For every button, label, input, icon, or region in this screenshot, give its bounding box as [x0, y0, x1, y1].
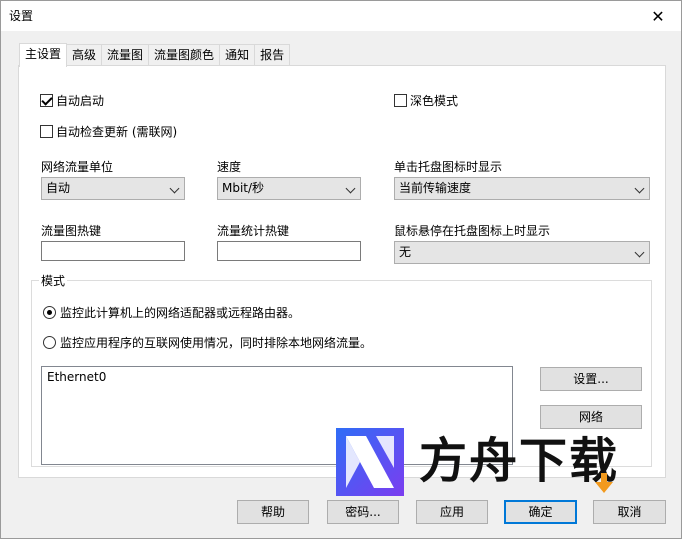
- chevron-down-icon: [345, 183, 356, 194]
- speed-label: 速度: [217, 160, 242, 174]
- chevron-down-icon: [634, 183, 645, 194]
- close-icon[interactable]: ✕: [635, 1, 681, 31]
- dark-mode-label: 深色模式: [410, 94, 459, 108]
- chevron-down-icon: [634, 247, 645, 258]
- window-title: 设置: [9, 9, 34, 23]
- radio-monitor-apps-label: 监控应用程序的互联网使用情况，同时排除本地网络流量。: [60, 336, 373, 350]
- tab-graph-colors[interactable]: 流量图颜色: [148, 44, 221, 66]
- auto-update-label: 自动检查更新 (需联网): [56, 125, 178, 139]
- download-arrow-icon: [595, 473, 613, 493]
- setup-button[interactable]: 设置...: [540, 367, 642, 391]
- checkbox-unchecked-icon: [40, 125, 53, 138]
- traffic-unit-value: 自动: [46, 181, 71, 195]
- stats-hotkey-label: 流量统计热键: [217, 224, 290, 238]
- tab-notifications[interactable]: 通知: [219, 44, 256, 66]
- ok-button[interactable]: 确定: [504, 500, 577, 524]
- checkbox-unchecked-icon: [394, 94, 407, 107]
- radio-monitor-adapters[interactable]: 监控此计算机上的网络适配器或远程路由器。: [43, 304, 300, 321]
- help-button[interactable]: 帮助: [237, 500, 309, 524]
- tab-traffic-graph[interactable]: 流量图: [101, 44, 150, 66]
- radio-monitor-apps[interactable]: 监控应用程序的互联网使用情况，同时排除本地网络流量。: [43, 334, 372, 351]
- autostart-checkbox[interactable]: 自动启动: [40, 92, 104, 109]
- tray-hover-value: 无: [399, 245, 412, 259]
- radio-unselected-icon: [43, 336, 56, 349]
- tab-strip: 主设置 高级 流量图 流量图颜色 通知 报告: [19, 43, 291, 67]
- auto-update-checkbox[interactable]: 自动检查更新 (需联网): [40, 123, 177, 140]
- apply-button[interactable]: 应用: [416, 500, 488, 524]
- speed-select[interactable]: Mbit/秒: [217, 177, 361, 200]
- tray-hover-select[interactable]: 无: [394, 241, 650, 264]
- watermark-logo-icon: [336, 428, 404, 496]
- network-button[interactable]: 网络: [540, 405, 642, 429]
- autostart-label: 自动启动: [56, 94, 105, 108]
- tab-reports[interactable]: 报告: [254, 44, 291, 66]
- tab-advanced[interactable]: 高级: [66, 44, 103, 66]
- graph-hotkey-input[interactable]: [41, 241, 185, 261]
- graph-hotkey-label: 流量图热键: [41, 224, 102, 238]
- cancel-button[interactable]: 取消: [593, 500, 666, 524]
- password-button[interactable]: 密码...: [327, 500, 399, 524]
- tray-click-select[interactable]: 当前传输速度: [394, 177, 650, 200]
- list-item[interactable]: Ethernet0: [47, 370, 507, 384]
- checkbox-checked-icon: [40, 94, 53, 107]
- watermark-text: 方舟下载: [419, 433, 620, 489]
- stats-hotkey-input[interactable]: [217, 241, 361, 261]
- tray-click-value: 当前传输速度: [399, 181, 472, 195]
- dark-mode-checkbox[interactable]: 深色模式: [394, 92, 458, 109]
- tray-hover-label: 鼠标悬停在托盘图标上时显示: [394, 224, 551, 238]
- radio-monitor-adapters-label: 监控此计算机上的网络适配器或远程路由器。: [60, 306, 301, 320]
- chevron-down-icon: [169, 183, 180, 194]
- radio-selected-icon: [43, 306, 56, 319]
- settings-dialog: 设置 ✕ 主设置 高级 流量图 流量图颜色 通知 报告 自动启动 深色模式 自动…: [0, 0, 682, 539]
- traffic-unit-label: 网络流量单位: [41, 160, 114, 174]
- tab-main-settings[interactable]: 主设置: [19, 43, 68, 67]
- tray-click-label: 单击托盘图标时显示: [394, 160, 503, 174]
- traffic-unit-select[interactable]: 自动: [41, 177, 185, 200]
- speed-value: Mbit/秒: [222, 181, 265, 195]
- mode-label: 模式: [39, 272, 68, 289]
- title-bar: 设置 ✕: [1, 1, 681, 31]
